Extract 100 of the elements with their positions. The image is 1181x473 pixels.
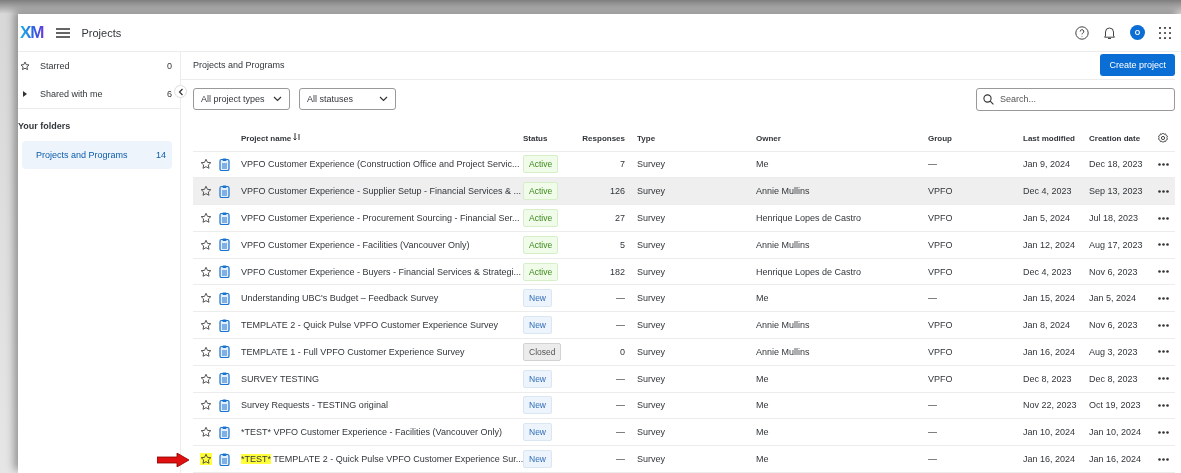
star-icon[interactable] — [200, 426, 212, 439]
table-cell-text: Henrique Lopes de Castro — [756, 213, 863, 223]
status-badge: New — [523, 369, 552, 388]
status-badge: Active — [523, 209, 559, 227]
more-options-icon[interactable] — [1157, 243, 1169, 247]
filter-dropdown[interactable]: All statuses — [299, 88, 396, 111]
table-cell-text: Survey — [636, 320, 666, 331]
table-cell-text: VPFO — [928, 266, 954, 277]
project-name-link[interactable]: VPFO Customer Experience - Facilities (Vancouver Only) — [241, 239, 523, 250]
more-options-icon[interactable] — [1157, 350, 1169, 354]
star-icon[interactable] — [200, 319, 212, 332]
status-badge: New — [523, 316, 552, 335]
table-cell-text: — — [615, 293, 625, 304]
chevron-down-icon — [379, 96, 388, 103]
menu-icon[interactable] — [55, 27, 70, 38]
star-icon[interactable] — [200, 158, 212, 171]
column-header[interactable]: Group — [928, 133, 1023, 143]
more-options-icon[interactable] — [1157, 216, 1169, 220]
table-cell-text: Survey — [636, 293, 666, 304]
filter-dropdown[interactable]: All project types — [193, 88, 290, 111]
project-name-link[interactable]: *TEST* VPFO Customer Experience - Facilities (Vancouver Only) — [241, 427, 523, 438]
star-icon[interactable] — [200, 185, 212, 198]
table-cell-text: Dec 4, 2023 — [1023, 266, 1073, 277]
table-cell-text: Jul 18, 2023 — [1089, 213, 1140, 223]
section-title: Projects and Programs — [193, 60, 285, 71]
table-cell-text: Dec 8, 2023 — [1089, 373, 1139, 384]
column-header[interactable]: Project name — [241, 133, 523, 144]
clipboard-icon — [219, 399, 230, 412]
settings-icon[interactable] — [1157, 132, 1169, 145]
project-name-link[interactable]: VPFO Customer Experience - Procurement Sourcing - Financial Ser... — [241, 213, 523, 223]
folder-item[interactable]: Projects and Programs 14 — [22, 141, 172, 169]
more-options-icon[interactable] — [1157, 404, 1169, 407]
table-cell-text: Annie Mullins — [756, 346, 811, 357]
more-options-icon[interactable] — [1157, 162, 1169, 166]
star-icon[interactable] — [200, 212, 212, 224]
collapse-button[interactable] — [174, 85, 187, 98]
table-cell-text: — — [615, 400, 625, 411]
project-name-link[interactable]: VPFO Customer Experience - Supplier Setup - Financial Services & ... — [241, 186, 523, 197]
project-name-link[interactable]: SURVEY TESTING — [241, 373, 523, 384]
project-name-link[interactable]: *TEST* TEMPLATE 2 - Quick Pulse VPFO Customer Experience Sur... — [241, 454, 523, 465]
more-options-icon[interactable] — [1157, 430, 1169, 434]
help-icon[interactable] — [1075, 25, 1089, 40]
column-header[interactable]: Responses — [581, 133, 625, 143]
apps-grid-icon[interactable] — [1159, 26, 1171, 39]
table-cell-text: Jan 15, 2024 — [1023, 293, 1077, 304]
table-cell-text: Survey — [636, 373, 666, 384]
column-header[interactable]: Owner — [756, 133, 928, 143]
star-icon[interactable] — [200, 345, 212, 358]
table-cell-text: — — [928, 427, 938, 438]
clipboard-icon — [219, 452, 230, 466]
table-cell-text: Oct 19, 2023 — [1089, 400, 1142, 411]
more-options-icon[interactable] — [1157, 457, 1169, 461]
project-name-link[interactable]: Understanding UBC's Budget – Feedback Survey — [241, 293, 523, 304]
project-name-link[interactable]: Survey Requests - TESTING original — [241, 400, 523, 411]
table-cell-text: Survey — [636, 400, 666, 411]
clipboard-icon — [219, 318, 230, 332]
table-cell-text: VPFO — [928, 239, 954, 250]
table-cell-text: VPFO — [928, 186, 954, 197]
more-options-icon[interactable] — [1157, 189, 1169, 193]
table-cell-text: Survey — [636, 213, 666, 223]
folder-label: Projects and Programs — [36, 150, 128, 160]
table-cell-text: 182 — [608, 266, 625, 277]
column-header[interactable]: Last modified — [1023, 133, 1089, 143]
sort-icon[interactable] — [293, 133, 302, 142]
column-header[interactable]: Creation date — [1089, 133, 1151, 143]
table-cell-text: Me — [756, 373, 770, 384]
more-options-icon[interactable] — [1157, 377, 1169, 381]
section-heading: Your folders — [18, 120, 72, 133]
chevron-down-icon — [273, 96, 282, 103]
more-options-icon[interactable] — [1157, 296, 1169, 300]
project-name-link[interactable]: TEMPLATE 1 - Full VPFO Customer Experience Survey — [241, 346, 523, 357]
project-name-link[interactable]: TEMPLATE 2 - Quick Pulse VPFO Customer Experience Survey — [241, 320, 523, 331]
table-cell-text: Survey — [636, 427, 666, 438]
table-cell-text: Annie Mullins — [756, 239, 811, 250]
star-icon[interactable] — [200, 399, 212, 412]
status-badge: Active — [523, 262, 559, 281]
project-name-link[interactable]: VPFO Customer Experience - Buyers - Financial Services & Strategi... — [241, 266, 523, 277]
column-header[interactable]: Type — [625, 133, 756, 143]
more-options-icon[interactable] — [1157, 323, 1169, 327]
star-icon[interactable] — [200, 453, 212, 466]
sidebar-label: Shared with me — [40, 89, 103, 99]
search-field[interactable]: Search... — [976, 87, 1175, 111]
table-cell-text: Survey — [636, 159, 666, 170]
star-icon[interactable] — [200, 372, 212, 385]
clipboard-icon — [219, 425, 230, 439]
table-cell-text: — — [928, 293, 938, 304]
table-cell-text: Nov 6, 2023 — [1089, 320, 1139, 331]
more-options-icon[interactable] — [1157, 270, 1169, 274]
create-project-button[interactable]: Create project — [1100, 54, 1175, 77]
star-icon[interactable] — [200, 292, 212, 305]
sidebar-item[interactable]: Starred 0 — [18, 52, 180, 80]
table-cell-text: Henrique Lopes de Castro — [756, 266, 863, 277]
column-header[interactable]: Status — [523, 133, 581, 143]
table-cell-text: Aug 3, 2023 — [1089, 346, 1139, 357]
project-name-link[interactable]: VPFO Customer Experience (Construction Office and Project Servic... — [241, 159, 523, 170]
star-icon[interactable] — [200, 265, 212, 278]
table-cell-text: 5 — [619, 239, 625, 250]
star-icon[interactable] — [200, 238, 212, 251]
clipboard-icon — [219, 211, 230, 225]
bell-icon[interactable] — [1103, 25, 1116, 40]
